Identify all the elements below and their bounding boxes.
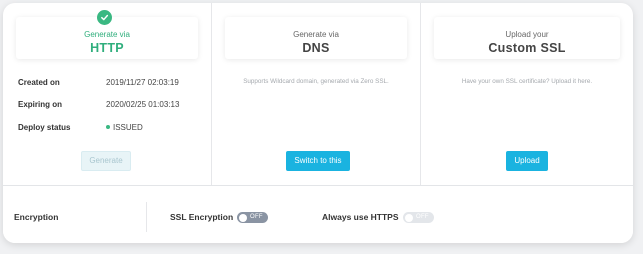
always-https-label: Always use HTTPS: [322, 212, 399, 222]
ssl-card: Generate via HTTP Created on 2019/11/27 …: [3, 3, 633, 243]
custom-ssl-column: Upload your Custom SSL Have your own SSL…: [420, 3, 633, 185]
http-method-subtitle: Generate via: [84, 30, 130, 39]
expiring-value: 2020/02/25 01:03:13: [106, 100, 180, 109]
ssl-encryption-label: SSL Encryption: [170, 212, 234, 222]
created-value: 2019/11/27 02:03:19: [106, 78, 179, 87]
toggle-knob: [405, 213, 413, 222]
expiring-label: Expiring on: [18, 100, 62, 109]
http-method-title: HTTP: [90, 41, 124, 55]
ssl-method-section: Generate via HTTP Created on 2019/11/27 …: [3, 3, 633, 185]
always-https-state: OFF: [416, 213, 429, 220]
http-method-column: Generate via HTTP Created on 2019/11/27 …: [3, 3, 211, 185]
custom-ssl-card[interactable]: Upload your Custom SSL: [434, 17, 620, 59]
custom-ssl-title: Custom SSL: [488, 41, 566, 55]
status-dot-icon: [106, 124, 110, 129]
encryption-divider: [146, 202, 147, 232]
dns-description: Supports Wildcard domain, generated via …: [243, 78, 389, 85]
always-https-toggle[interactable]: OFF: [403, 212, 434, 223]
upload-button[interactable]: Upload: [506, 151, 548, 171]
dns-method-title: DNS: [302, 41, 330, 55]
ssl-encryption-toggle[interactable]: OFF: [237, 212, 268, 223]
created-label: Created on: [18, 78, 60, 87]
dns-method-subtitle: Generate via: [293, 30, 339, 39]
custom-ssl-subtitle: Upload your: [505, 30, 549, 39]
switch-to-dns-button[interactable]: Switch to this: [286, 151, 350, 171]
toggle-knob: [239, 213, 247, 222]
dns-method-card[interactable]: Generate via DNS: [225, 17, 407, 59]
generate-button[interactable]: Generate: [81, 151, 131, 171]
check-circle-icon: [97, 10, 112, 25]
ssl-encryption-state: OFF: [250, 213, 263, 220]
deploy-label: Deploy status: [18, 123, 71, 132]
deploy-status-text: ISSUED: [113, 123, 143, 132]
encryption-section: [3, 185, 633, 243]
encryption-label: Encryption: [14, 212, 59, 222]
custom-ssl-description: Have your own SSL certificate? Upload it…: [461, 78, 593, 85]
dns-method-column: Generate via DNS Supports Wildcard domai…: [211, 3, 420, 185]
deploy-status: ISSUED: [106, 123, 143, 132]
